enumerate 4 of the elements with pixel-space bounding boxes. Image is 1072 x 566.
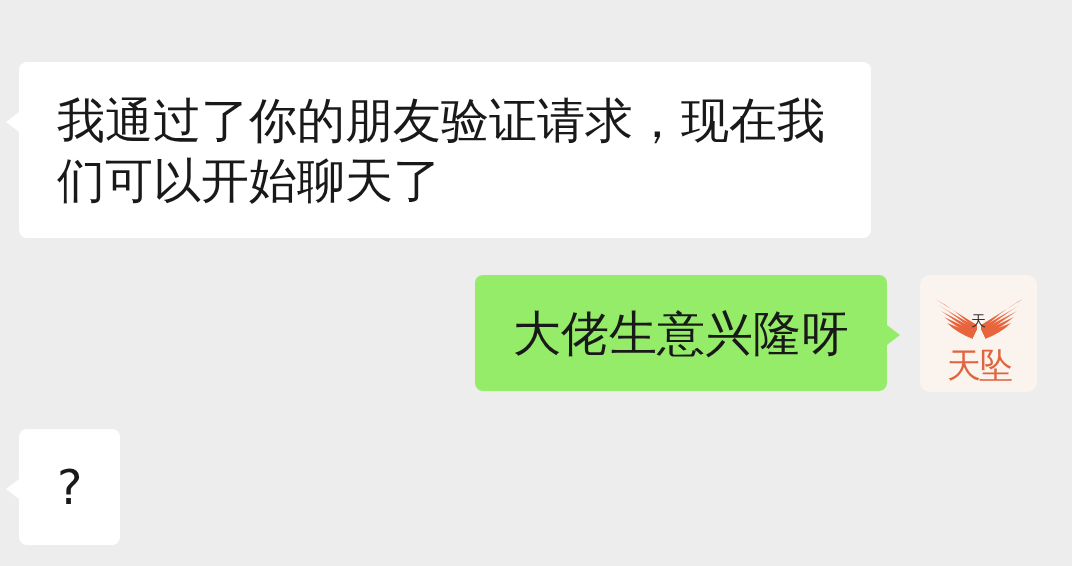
message-text: 大佬生意兴隆呀 [513, 304, 849, 363]
message-text: ? [57, 458, 83, 517]
message-text: 我通过了你的朋友验证请求，现在我们可以开始聊天了 [57, 91, 826, 210]
logo-text: 天坠 [946, 345, 1011, 385]
